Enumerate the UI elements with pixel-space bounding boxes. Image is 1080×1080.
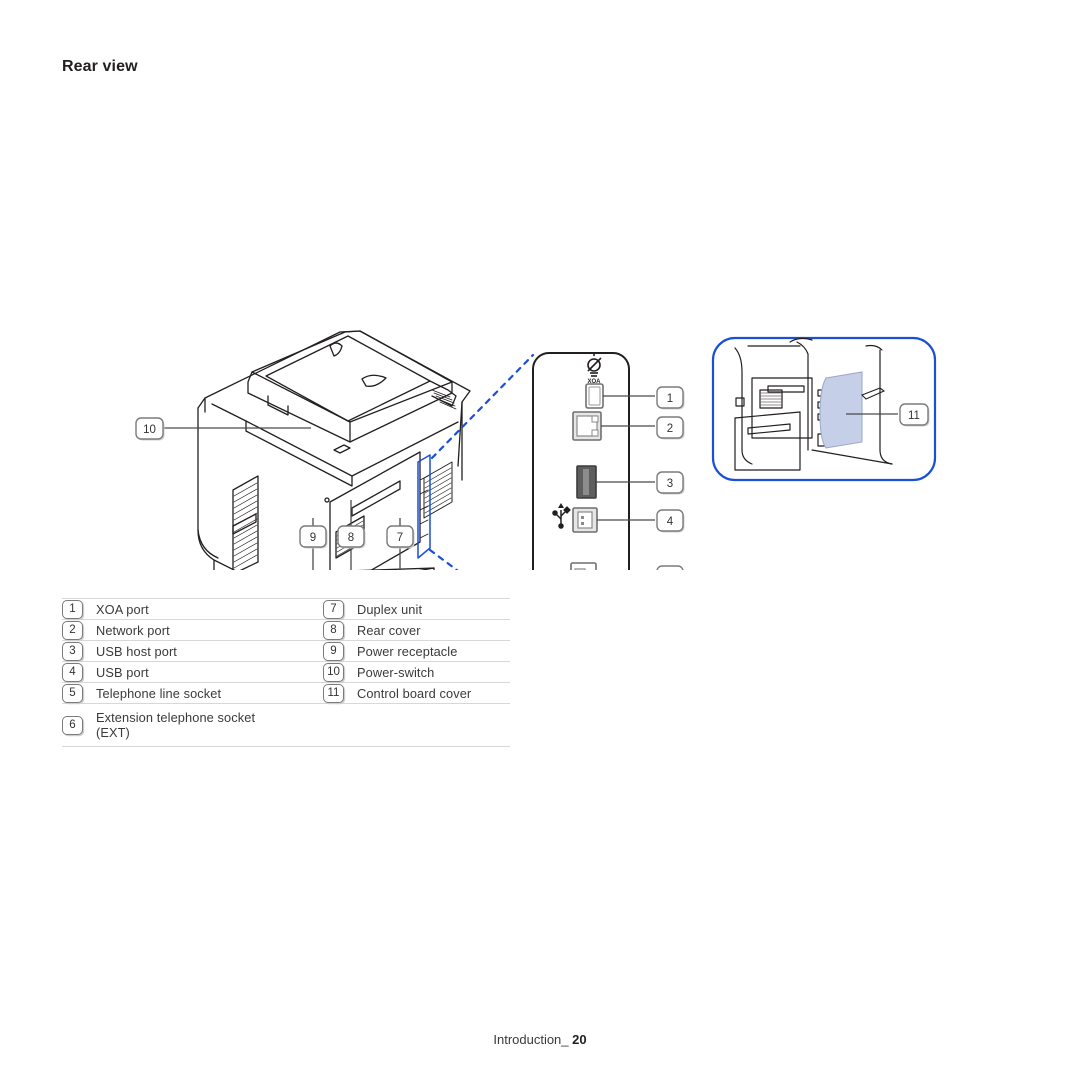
xoa-port-icon bbox=[585, 383, 604, 409]
column-gap bbox=[309, 682, 323, 704]
callout-4: 4 bbox=[656, 509, 685, 533]
legend-chip: 10 bbox=[323, 663, 344, 682]
callout-10: 10 bbox=[135, 417, 165, 441]
callout-2: 2 bbox=[656, 416, 685, 440]
legend-chip: 8 bbox=[323, 621, 344, 640]
legend-number-cell: 9 bbox=[323, 640, 357, 662]
legend-table: 1 XOA port 7 Duplex unit 2 Network port … bbox=[62, 598, 510, 747]
legend-number-cell: 10 bbox=[323, 661, 357, 683]
legend-label: Power receptacle bbox=[357, 640, 510, 662]
legend-chip: 2 bbox=[62, 621, 83, 640]
legend-label-line2: (EXT) bbox=[96, 725, 130, 740]
callout-1-label: 1 bbox=[667, 393, 673, 405]
usb-host-port-icon bbox=[576, 465, 597, 499]
legend-label: USB port bbox=[96, 661, 309, 683]
legend-chip: 1 bbox=[62, 600, 83, 619]
legend-label: Rear cover bbox=[357, 619, 510, 641]
callout-11-label: 11 bbox=[908, 410, 920, 422]
legend-chip: 5 bbox=[62, 684, 83, 703]
legend-number-cell: 6 bbox=[62, 703, 96, 747]
legend-label: Network port bbox=[96, 619, 309, 641]
callout-group-panel: 1 2 3 4 5 6 bbox=[656, 386, 685, 570]
callout-7-label: 7 bbox=[397, 532, 403, 544]
page-footer: Introduction_ 20 bbox=[0, 1032, 1080, 1047]
usb-port-icon bbox=[572, 507, 598, 533]
column-gap bbox=[309, 598, 323, 620]
legend-label: Duplex unit bbox=[357, 598, 510, 620]
legend-number-cell: 3 bbox=[62, 640, 96, 662]
legend-label: Extension telephone socket (EXT) bbox=[96, 703, 309, 747]
legend-number-cell: 7 bbox=[323, 598, 357, 620]
column-gap bbox=[309, 703, 323, 747]
callout-8-label: 8 bbox=[348, 532, 354, 544]
control-board-cover-inset: 11 bbox=[711, 336, 937, 482]
table-row: 5 Telephone line socket 11 Control board… bbox=[62, 682, 510, 704]
legend-label: XOA port bbox=[96, 598, 309, 620]
legend-label-empty bbox=[357, 703, 510, 747]
callout-2-label: 2 bbox=[667, 423, 673, 435]
legend-label-line1: Extension telephone socket bbox=[96, 710, 256, 725]
control-board-cover-panel bbox=[819, 371, 863, 449]
legend-number-cell: 5 bbox=[62, 682, 96, 704]
table-row: 6 Extension telephone socket (EXT) bbox=[62, 703, 510, 747]
port-panel: XOA bbox=[532, 352, 655, 570]
legend-number-cell: 11 bbox=[323, 682, 357, 704]
legend-chip: 9 bbox=[323, 642, 344, 661]
callout-3: 3 bbox=[656, 471, 685, 495]
legend-number-cell: 1 bbox=[62, 598, 96, 620]
legend-number-cell: 2 bbox=[62, 619, 96, 641]
callout-7: 7 bbox=[386, 525, 415, 549]
callout-5: 5 bbox=[656, 565, 684, 570]
legend-number-cell: 8 bbox=[323, 619, 357, 641]
footer-page-number: 20 bbox=[572, 1032, 587, 1047]
legend-label: Power-switch bbox=[357, 661, 510, 683]
callout-4-label: 4 bbox=[667, 516, 674, 528]
legend-label: USB host port bbox=[96, 640, 309, 662]
legend-chip: 4 bbox=[62, 663, 83, 682]
callout-8: 8 bbox=[337, 525, 366, 549]
legend-number-cell: 4 bbox=[62, 661, 96, 683]
callout-9: 9 bbox=[299, 525, 328, 549]
legend-chip: 3 bbox=[62, 642, 83, 661]
legend-label: Control board cover bbox=[357, 682, 510, 704]
rear-view-figure: XOA 1 2 3 4 10 9 8 7 11 bbox=[0, 150, 1080, 570]
column-gap bbox=[309, 640, 323, 662]
legend-number-cell-empty bbox=[323, 703, 357, 747]
callout-3-label: 3 bbox=[667, 478, 673, 490]
legend-chip: 11 bbox=[323, 684, 344, 703]
network-port-icon bbox=[572, 411, 602, 441]
table-row: 3 USB host port 9 Power receptacle bbox=[62, 640, 510, 662]
table-row: 2 Network port 8 Rear cover bbox=[62, 619, 510, 641]
callout-10-label: 10 bbox=[143, 424, 156, 436]
column-gap bbox=[309, 661, 323, 683]
callout-1: 1 bbox=[656, 386, 685, 410]
callout-9-label: 9 bbox=[310, 532, 316, 544]
table-row: 4 USB port 10 Power-switch bbox=[62, 661, 510, 683]
column-gap bbox=[309, 619, 323, 641]
legend-chip: 6 bbox=[62, 716, 83, 735]
footer-section: Introduction_ bbox=[493, 1032, 569, 1047]
page-title: Rear view bbox=[62, 58, 138, 75]
callout-11: 11 bbox=[899, 403, 930, 427]
table-row: 1 XOA port 7 Duplex unit bbox=[62, 598, 510, 620]
telephone-line-socket-icon bbox=[570, 562, 597, 570]
legend-chip: 7 bbox=[323, 600, 344, 619]
legend-label: Telephone line socket bbox=[96, 682, 309, 704]
callout-group-printer: 10 9 8 7 bbox=[135, 417, 415, 549]
magnifier-connector-lines bbox=[428, 353, 535, 570]
